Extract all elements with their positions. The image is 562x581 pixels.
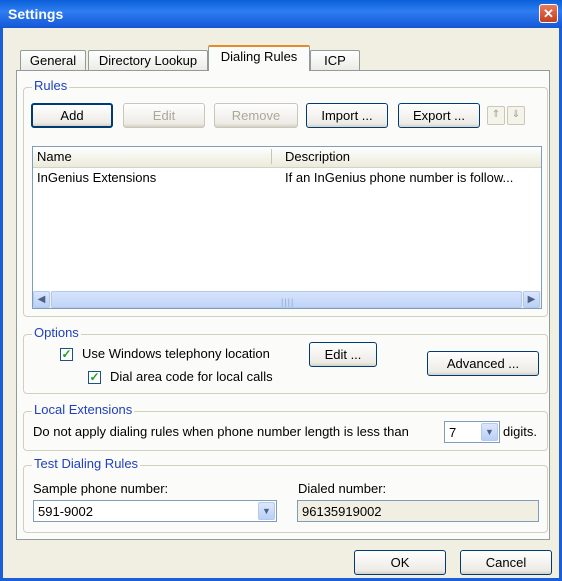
chevron-down-icon[interactable]: ▼ (481, 423, 498, 441)
min-length-label: Do not apply dialing rules when phone nu… (33, 424, 409, 439)
edit-rule-button[interactable]: Edit (123, 103, 205, 128)
scroll-grip: |||| (281, 297, 295, 307)
test-dialing-rules-legend: Test Dialing Rules (32, 456, 141, 471)
sample-phone-input[interactable]: 591-9002 ▼ (33, 500, 277, 522)
remove-button[interactable]: Remove (214, 103, 298, 128)
digits-label: digits. (503, 424, 537, 439)
options-legend: Options (32, 325, 81, 340)
add-button[interactable]: Add (31, 103, 113, 128)
min-length-value: 7 (449, 425, 457, 440)
tab-icp[interactable]: ICP (310, 50, 360, 70)
table-row[interactable]: InGenius Extensions If an InGenius phone… (33, 169, 541, 187)
advanced-button[interactable]: Advanced ... (427, 351, 539, 376)
dialed-number-value: 96135919002 (302, 504, 382, 519)
export-button[interactable]: Export ... (398, 103, 480, 128)
ok-button[interactable]: OK (354, 550, 446, 575)
tab-general[interactable]: General (20, 50, 86, 70)
sample-phone-value: 591-9002 (38, 504, 93, 519)
horizontal-scrollbar[interactable]: ◀ |||| ▶ (33, 291, 541, 308)
import-button[interactable]: Import ... (306, 103, 388, 128)
min-length-select[interactable]: 7 ▼ (444, 421, 500, 443)
move-up-icon[interactable]: ⇑ (487, 106, 505, 125)
use-windows-location-label: Use Windows telephony location (82, 346, 270, 361)
dialed-number-label: Dialed number: (298, 481, 387, 496)
test-dialing-rules-group (23, 465, 548, 533)
column-divider (271, 149, 272, 164)
column-header-description[interactable]: Description (285, 149, 350, 164)
rules-list[interactable]: Name Description InGenius Extensions If … (32, 146, 542, 309)
sample-phone-label: Sample phone number: (33, 481, 169, 496)
move-down-icon[interactable]: ⇓ (507, 106, 525, 125)
title-bar: Settings ✕ (0, 0, 562, 28)
tab-dialing-rules[interactable]: Dialing Rules (208, 45, 310, 71)
edit-location-button[interactable]: Edit ... (309, 342, 377, 367)
scroll-right-icon[interactable]: ▶ (523, 291, 540, 308)
list-header: Name Description (33, 147, 541, 168)
column-header-name[interactable]: Name (37, 149, 72, 164)
tab-directory-lookup[interactable]: Directory Lookup (88, 50, 208, 70)
dial-area-code-label: Dial area code for local calls (110, 369, 273, 384)
local-extensions-legend: Local Extensions (32, 402, 135, 417)
rules-legend: Rules (32, 78, 70, 93)
cancel-button[interactable]: Cancel (460, 550, 552, 575)
rule-description-cell: If an InGenius phone number is follow... (285, 170, 514, 185)
window-title: Settings (8, 6, 64, 22)
use-windows-location-checkbox[interactable]: ✓ (60, 348, 73, 361)
dial-area-code-checkbox[interactable]: ✓ (88, 371, 101, 384)
rule-name-cell: InGenius Extensions (37, 170, 157, 185)
scroll-left-icon[interactable]: ◀ (33, 291, 50, 308)
dialed-number-field: 96135919002 (297, 500, 539, 522)
scroll-thumb[interactable]: |||| (51, 291, 522, 308)
chevron-down-icon[interactable]: ▼ (258, 502, 275, 520)
close-icon[interactable]: ✕ (539, 4, 558, 23)
